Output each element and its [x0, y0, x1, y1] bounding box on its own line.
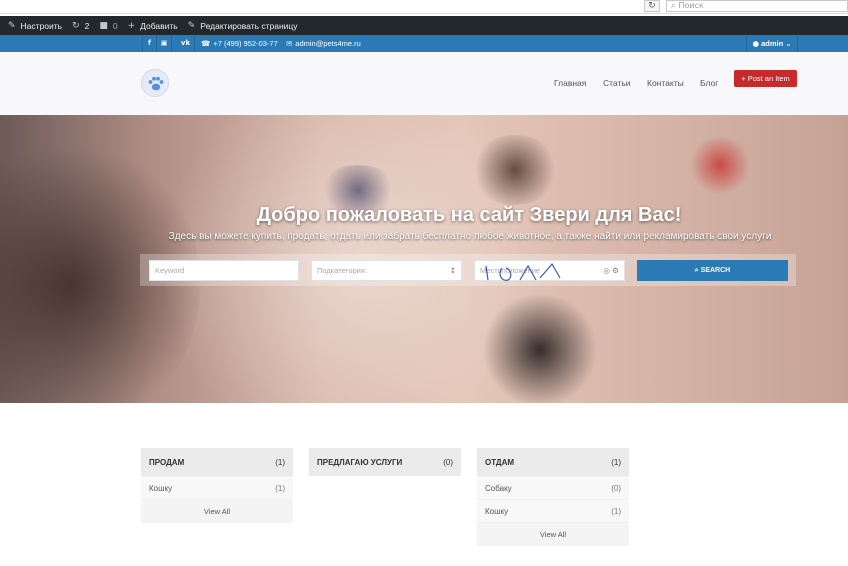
chevron-down-icon: ⌄	[785, 39, 792, 48]
email-address: admin@pets4me.ru	[295, 39, 361, 48]
browser-toolbar: ↻ ⌕ Поиск	[0, 0, 848, 14]
updates-icon: ↻	[72, 20, 80, 31]
envelope-icon: ✉	[286, 39, 293, 48]
view-all-link[interactable]: View All	[141, 499, 293, 523]
brush-icon: ✎	[8, 20, 16, 31]
search-icon: ⌕	[694, 266, 699, 274]
admin-add-new-label: Добавить	[140, 20, 178, 31]
plus-icon: +	[741, 74, 746, 83]
nav-articles[interactable]: Статьи	[603, 78, 631, 88]
comment-icon: ■	[99, 20, 108, 31]
browser-search-placeholder: Поиск	[678, 1, 704, 10]
admin-customize-label: Настроить	[20, 20, 63, 31]
vk-icon[interactable]: vk	[177, 35, 195, 52]
facebook-icon[interactable]: f	[142, 35, 157, 52]
search-icon: ⌕	[671, 1, 676, 10]
search-button[interactable]: ⌕ SEARCH	[637, 260, 788, 281]
admin-comments[interactable]: ■ 0	[99, 21, 117, 31]
paw-icon	[148, 76, 164, 91]
category-header[interactable]: ПРЕДЛАГАЮ УСЛУГИ (0)	[309, 448, 461, 476]
category-count: (1)	[275, 458, 285, 467]
top-info-bar: f ▣ vk ☎ +7 (499) 952-03-77 ✉ admin@pets4m…	[0, 35, 848, 52]
select-arrows-icon: ↕	[449, 266, 456, 275]
category-title: ПРЕДЛАГАЮ УСЛУГИ	[317, 458, 403, 467]
hero-banner: Добро пожаловать на сайт Звери для Вас! …	[0, 115, 848, 403]
handwritten-scribble	[485, 262, 561, 281]
subcategory-value: Подкатегория:	[317, 266, 367, 275]
nav-home[interactable]: Главная	[554, 78, 586, 88]
phone-number: +7 (499) 952-03-77	[213, 39, 278, 48]
phone-contact: ☎ +7 (499) 952-03-77	[201, 35, 278, 52]
view-all-link[interactable]: View All	[477, 522, 629, 546]
post-item-button[interactable]: + Post an Item	[734, 70, 797, 87]
subcategory-count: (1)	[275, 484, 285, 493]
user-name: admin	[761, 39, 784, 48]
user-menu[interactable]: ● admin ⌄	[746, 35, 798, 52]
phone-icon: ☎	[201, 39, 211, 48]
search-button-label: SEARCH	[700, 267, 731, 274]
user-icon: ●	[752, 39, 759, 48]
admin-edit-page-label: Редактировать страницу	[200, 20, 298, 31]
email-contact[interactable]: ✉ admin@pets4me.ru	[286, 35, 361, 52]
admin-bar: ✎ Настроить ↻ 2 ■ 0 + Добавить ✎ Редакти…	[0, 16, 848, 35]
post-item-label: Post an Item	[747, 74, 790, 83]
category-block-services: ПРЕДЛАГАЮ УСЛУГИ (0)	[309, 448, 461, 476]
subcategory-name: Собаку	[485, 484, 512, 493]
list-item[interactable]: Кошку (1)	[477, 499, 629, 522]
refresh-icon[interactable]: ↻	[644, 0, 660, 12]
category-title: ПРОДАМ	[149, 458, 185, 467]
admin-edit-page[interactable]: ✎ Редактировать страницу	[188, 21, 298, 31]
nav-blog[interactable]: Блог	[700, 78, 718, 88]
category-count: (0)	[443, 458, 453, 467]
subcategory-name: Кошку	[485, 507, 509, 516]
category-header[interactable]: ОТДАМ (1)	[477, 448, 629, 476]
subcategory-count: (0)	[611, 484, 621, 493]
subcategory-count: (1)	[611, 507, 621, 516]
hero-subtitle: Здесь вы можете купить, продать, отдать …	[168, 231, 772, 242]
keyword-input[interactable]: Keyword	[149, 260, 299, 281]
category-block-sell: ПРОДАМ (1) Кошку (1) View All	[141, 448, 293, 523]
site-logo[interactable]	[141, 69, 169, 97]
category-block-give: ОТДАМ (1) Собаку (0) Кошку (1) View All	[477, 448, 629, 546]
category-count: (1)	[611, 458, 621, 467]
admin-add-new[interactable]: + Добавить	[128, 21, 178, 31]
list-item[interactable]: Кошку (1)	[141, 476, 293, 499]
site-header: Главная Статьи Контакты Блог + Post an I…	[0, 52, 848, 115]
subcategory-select[interactable]: Подкатегория: ↕	[311, 260, 462, 281]
category-title: ОТДАМ	[485, 458, 515, 467]
search-panel: Keyword Подкатегория: ↕ Местоположение ◎…	[140, 254, 796, 286]
hero-background-shape	[470, 135, 560, 205]
subcategory-name: Кошку	[149, 484, 173, 493]
list-item[interactable]: Собаку (0)	[477, 476, 629, 499]
locate-icon[interactable]: ◎ ⚙	[603, 261, 619, 280]
hero-title: Добро пожаловать на сайт Звери для Вас!	[256, 204, 682, 226]
hero-background-shape	[690, 135, 750, 195]
pencil-icon: ✎	[187, 20, 196, 31]
admin-customize[interactable]: ✎ Настроить	[8, 21, 62, 31]
instagram-icon[interactable]: ▣	[157, 35, 172, 52]
hero-background-shape	[480, 295, 600, 403]
nav-contacts[interactable]: Контакты	[647, 78, 684, 88]
admin-comments-count: 0	[112, 20, 118, 31]
category-header[interactable]: ПРОДАМ (1)	[141, 448, 293, 476]
browser-search-input[interactable]: ⌕ Поиск	[666, 0, 848, 12]
admin-updates[interactable]: ↻ 2	[72, 21, 89, 31]
plus-icon: +	[127, 20, 136, 31]
admin-updates-count: 2	[84, 20, 90, 31]
